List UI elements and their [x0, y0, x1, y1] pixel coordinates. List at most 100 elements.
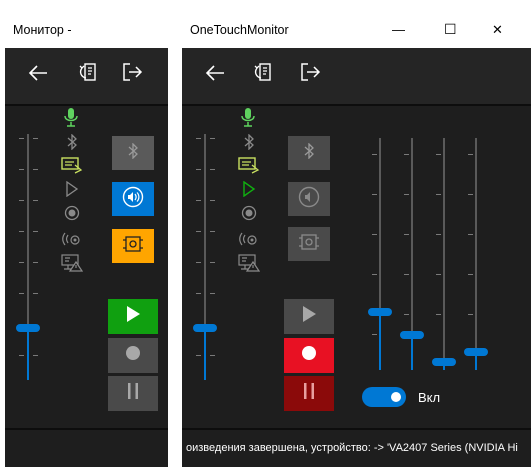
left-window-title: Монитор - — [13, 23, 72, 37]
microphone-icon — [240, 106, 256, 133]
main-volume-fill — [204, 328, 206, 380]
left-window: Монитор - — [5, 14, 168, 467]
speaker-button[interactable] — [288, 182, 330, 216]
slider-tick — [468, 274, 473, 275]
back-arrow-icon[interactable] — [204, 62, 226, 84]
right-window: OneTouchMonitor — ☐ ✕ Вкл оизведения зав… — [182, 14, 531, 467]
channel-track — [379, 138, 381, 308]
sound-settings-button[interactable] — [288, 227, 330, 261]
minimize-button[interactable]: — — [392, 22, 405, 37]
slider-tick — [404, 234, 409, 235]
slider-tick — [19, 355, 24, 356]
record-indicator-icon — [64, 205, 80, 226]
slider-tick — [196, 200, 201, 201]
slider-tick — [210, 262, 215, 263]
play-icon — [301, 305, 317, 328]
slider-tick — [19, 293, 24, 294]
main-volume-thumb[interactable] — [193, 324, 217, 332]
right-separator-top — [182, 104, 531, 106]
pause-icon — [303, 382, 315, 405]
sound-settings-button[interactable] — [112, 229, 154, 263]
left-volume-thumb[interactable] — [16, 324, 40, 332]
slider-tick — [210, 355, 215, 356]
record-indicator-icon — [241, 205, 257, 226]
channel-thumb[interactable] — [432, 358, 456, 366]
play-button[interactable] — [108, 299, 158, 334]
slider-tick — [33, 262, 38, 263]
status-text: оизведения завершена, устройство: -> 'VA… — [186, 442, 518, 454]
bluetooth-icon — [127, 141, 139, 164]
right-window-title: OneTouchMonitor — [190, 23, 289, 37]
slider-tick — [196, 138, 201, 139]
slider-tick — [210, 169, 215, 170]
pause-button[interactable] — [108, 376, 158, 411]
right-titlebar: OneTouchMonitor — ☐ ✕ — [182, 14, 531, 48]
record-button[interactable] — [284, 338, 334, 373]
slider-tick — [19, 169, 24, 170]
slider-tick — [468, 314, 473, 315]
channel-track — [475, 138, 477, 350]
channel-track — [411, 138, 413, 332]
speaker-button[interactable] — [112, 182, 154, 216]
close-button[interactable]: ✕ — [492, 22, 503, 38]
slider-tick — [436, 194, 441, 195]
slider-tick — [19, 231, 24, 232]
wireless-settings-icon — [61, 230, 83, 253]
slider-tick — [196, 355, 201, 356]
bluetooth-button[interactable] — [288, 136, 330, 170]
slider-tick — [33, 355, 38, 356]
exit-icon[interactable] — [121, 61, 143, 83]
left-navbar — [5, 48, 168, 104]
cast-display-icon — [238, 156, 260, 179]
microphone-icon — [63, 106, 79, 133]
slider-tick — [19, 138, 24, 139]
slider-tick — [196, 293, 201, 294]
right-navbar — [182, 48, 531, 104]
slider-tick — [33, 169, 38, 170]
play-button[interactable] — [284, 299, 334, 334]
bluetooth-button[interactable] — [112, 136, 154, 170]
play-outline-icon — [65, 180, 79, 202]
statusbar: оизведения завершена, устройство: -> 'VA… — [182, 430, 531, 467]
maximize-button[interactable]: ☐ — [444, 21, 457, 38]
sound-settings-icon — [122, 234, 144, 259]
slider-tick — [33, 231, 38, 232]
slider-tick — [468, 154, 473, 155]
slider-tick — [210, 138, 215, 139]
play-outline-icon — [242, 180, 256, 202]
channel-track — [443, 138, 445, 360]
enable-toggle[interactable] — [362, 387, 406, 407]
slider-tick — [404, 314, 409, 315]
slider-tick — [210, 293, 215, 294]
speaker-icon — [122, 186, 144, 213]
bluetooth-icon — [303, 141, 315, 164]
enable-toggle-label: Вкл — [418, 390, 441, 405]
sound-settings-icon — [298, 232, 320, 257]
back-arrow-icon[interactable] — [27, 62, 49, 84]
channel-fill — [379, 308, 381, 370]
slider-tick — [33, 200, 38, 201]
channel-thumb[interactable] — [400, 331, 424, 339]
slider-tick — [210, 231, 215, 232]
cast-display-icon — [61, 156, 83, 179]
record-button[interactable] — [108, 338, 158, 373]
pause-button[interactable] — [284, 376, 334, 411]
display-warning-icon — [238, 254, 261, 277]
left-volume-fill — [27, 328, 29, 380]
slider-tick — [468, 234, 473, 235]
device-refresh-icon[interactable] — [252, 60, 276, 84]
record-icon — [301, 345, 317, 366]
left-titlebar: Монитор - — [5, 14, 168, 48]
slider-tick — [19, 262, 24, 263]
exit-icon[interactable] — [299, 61, 321, 83]
pause-icon — [127, 382, 139, 405]
slider-tick — [468, 194, 473, 195]
channel-thumb[interactable] — [368, 308, 392, 316]
channel-thumb[interactable] — [464, 348, 488, 356]
bluetooth-icon — [66, 133, 78, 155]
left-volume-track — [27, 134, 29, 328]
device-refresh-icon[interactable] — [77, 60, 101, 84]
main-volume-track — [204, 134, 206, 328]
slider-tick — [372, 334, 377, 335]
slider-tick — [372, 274, 377, 275]
